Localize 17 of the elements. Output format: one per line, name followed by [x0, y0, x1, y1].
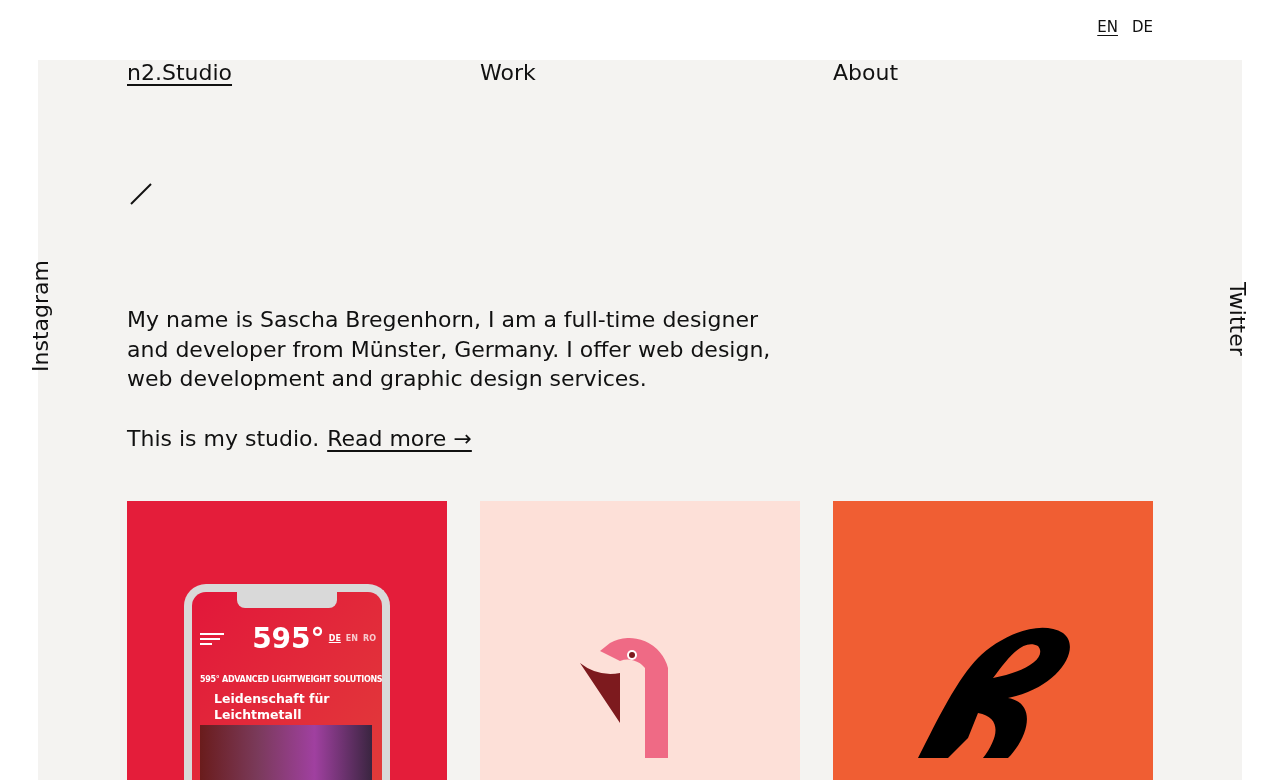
language-link[interactable]: DE — [1131, 18, 1153, 37]
slash-icon — [130, 183, 152, 205]
nav-link[interactable]: Work — [480, 60, 536, 85]
menu-icon — [200, 632, 224, 645]
studio-text: This is my studio. — [127, 424, 320, 453]
project-card[interactable] — [833, 501, 1153, 780]
tagline: 595° ADVANCED LIGHTWEIGHT SOLUTIONS — [200, 675, 382, 684]
read-more-link[interactable]: Read more → — [327, 423, 472, 453]
intro-paragraph: My name is Sascha Bregenhorn, I am a full-time designer and developer from Münster, Germany. I offer web design, web development and graphic design services. — [127, 306, 772, 393]
nav-link[interactable]: n2.Studio — [127, 60, 232, 85]
nav-link[interactable]: About — [833, 60, 899, 85]
brand-logo: 595° — [252, 622, 325, 655]
language-link[interactable]: DE — [328, 634, 341, 643]
headline: Leidenschaft für Leichtmetall — [214, 691, 331, 723]
language-link[interactable]: EN — [1097, 18, 1118, 37]
social-link[interactable]: Instagram — [28, 260, 53, 372]
social-link[interactable]: Twitter — [1225, 282, 1250, 356]
